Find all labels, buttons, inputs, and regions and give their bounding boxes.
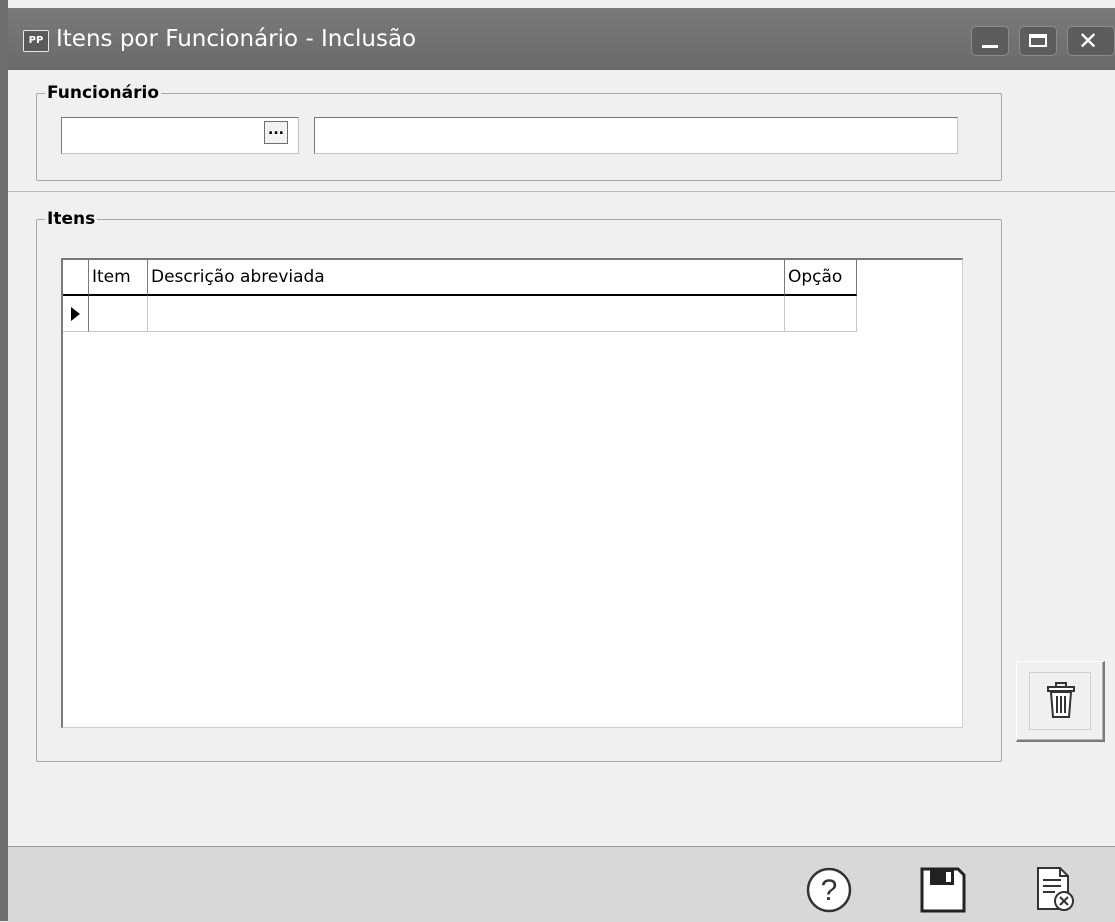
funcionario-name-input[interactable] xyxy=(314,117,958,154)
column-header-opcao[interactable]: Opção xyxy=(785,260,857,296)
itens-grid[interactable]: Item Descrição abreviada Opção xyxy=(61,258,963,728)
close-button[interactable]: ✕ xyxy=(1067,26,1115,56)
itens-legend: Itens xyxy=(47,209,96,229)
minimize-button[interactable] xyxy=(971,26,1009,56)
svg-text:?: ? xyxy=(821,874,838,907)
title-bar: PP Itens por Funcionário - Inclusão ✕ xyxy=(8,8,1115,70)
column-header-item[interactable]: Item xyxy=(89,260,148,296)
funcionario-lookup-button[interactable]: ... xyxy=(264,121,288,144)
save-icon[interactable] xyxy=(918,865,968,915)
cell-item[interactable] xyxy=(89,296,148,332)
grid-indicator-header xyxy=(63,260,89,296)
row-indicator xyxy=(63,296,89,332)
cancel-document-icon[interactable] xyxy=(1030,865,1080,915)
section-divider xyxy=(8,191,1115,192)
maximize-icon xyxy=(1029,34,1047,47)
window-title: Itens por Funcionário - Inclusão xyxy=(56,26,417,52)
cell-descricao[interactable] xyxy=(148,296,785,332)
help-icon[interactable]: ? xyxy=(804,865,854,915)
current-row-arrow-icon xyxy=(71,307,80,321)
column-header-descricao[interactable]: Descrição abreviada xyxy=(148,260,785,296)
footer-toolbar: ? xyxy=(8,846,1115,922)
delete-item-button[interactable] xyxy=(1016,661,1105,742)
minimize-icon xyxy=(982,45,998,48)
app-icon: PP xyxy=(23,30,49,52)
window-border xyxy=(0,0,8,921)
cell-opcao[interactable] xyxy=(785,296,857,332)
close-icon: ✕ xyxy=(1078,27,1099,55)
funcionario-legend: Funcionário xyxy=(47,83,160,103)
maximize-button[interactable] xyxy=(1019,26,1057,56)
trash-icon xyxy=(1047,682,1075,718)
